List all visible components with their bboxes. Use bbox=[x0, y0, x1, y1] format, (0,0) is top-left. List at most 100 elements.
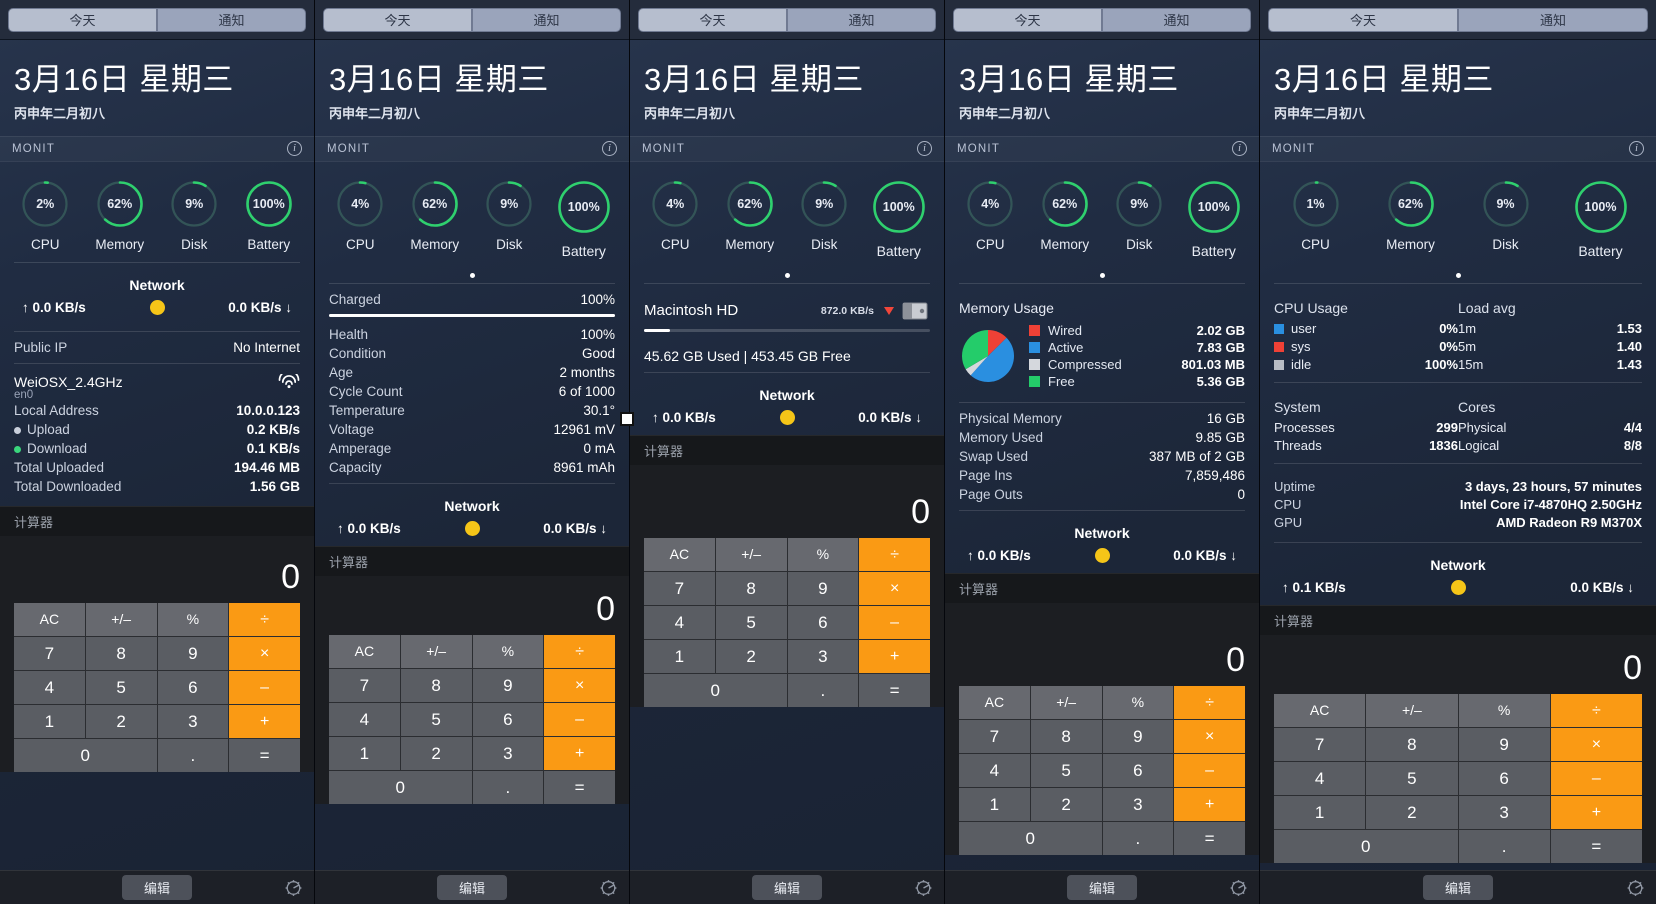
calc-key-7[interactable]: 7 bbox=[14, 637, 85, 671]
tab-today[interactable]: 今天 bbox=[953, 7, 1102, 32]
calc-key-5[interactable]: 5 bbox=[400, 703, 472, 737]
calc-key-2[interactable]: 2 bbox=[400, 737, 472, 771]
calc-key-7[interactable]: 7 bbox=[1274, 728, 1366, 762]
gear-icon[interactable] bbox=[285, 879, 302, 896]
calc-key-equals[interactable]: = bbox=[859, 674, 930, 708]
calc-key-ac[interactable]: AC bbox=[1274, 694, 1366, 728]
gear-icon[interactable] bbox=[1230, 879, 1247, 896]
calc-key-1[interactable]: 1 bbox=[329, 737, 400, 771]
calc-key-minus[interactable]: – bbox=[1550, 762, 1642, 796]
calc-key-ac[interactable]: AC bbox=[959, 686, 1030, 720]
calc-key-plusminus[interactable]: +/– bbox=[1030, 686, 1102, 720]
tab-today[interactable]: 今天 bbox=[8, 7, 157, 32]
calc-key-percent[interactable]: % bbox=[1102, 686, 1174, 720]
calc-key-plusminus[interactable]: +/– bbox=[85, 603, 157, 637]
tab-notifications[interactable]: 通知 bbox=[787, 7, 936, 32]
calc-key-1[interactable]: 1 bbox=[959, 788, 1030, 822]
gear-icon[interactable] bbox=[600, 879, 617, 896]
calc-key-2[interactable]: 2 bbox=[1366, 796, 1458, 830]
calc-key-9[interactable]: 9 bbox=[472, 669, 544, 703]
calc-key-3[interactable]: 3 bbox=[787, 640, 859, 674]
calc-key-divide[interactable]: ÷ bbox=[859, 538, 930, 572]
calc-key-decimal[interactable]: . bbox=[787, 674, 859, 708]
calc-key-3[interactable]: 3 bbox=[1458, 796, 1550, 830]
info-icon[interactable]: i bbox=[1629, 141, 1644, 157]
tab-notifications[interactable]: 通知 bbox=[472, 7, 621, 32]
calc-key-multiply[interactable]: × bbox=[544, 669, 615, 703]
calc-key-8[interactable]: 8 bbox=[400, 669, 472, 703]
calc-key-4[interactable]: 4 bbox=[959, 754, 1030, 788]
calc-key-0[interactable]: 0 bbox=[644, 674, 787, 708]
calc-key-0[interactable]: 0 bbox=[1274, 830, 1458, 864]
calc-key-multiply[interactable]: × bbox=[229, 637, 300, 671]
calc-key-divide[interactable]: ÷ bbox=[1174, 686, 1245, 720]
tab-today[interactable]: 今天 bbox=[638, 7, 787, 32]
calc-key-6[interactable]: 6 bbox=[787, 606, 859, 640]
calc-key-9[interactable]: 9 bbox=[787, 572, 859, 606]
calc-key-multiply[interactable]: × bbox=[1174, 720, 1245, 754]
calc-key-5[interactable]: 5 bbox=[1366, 762, 1458, 796]
calc-key-0[interactable]: 0 bbox=[14, 739, 157, 773]
gear-icon[interactable] bbox=[1627, 879, 1644, 896]
calc-key-1[interactable]: 1 bbox=[1274, 796, 1366, 830]
calc-key-8[interactable]: 8 bbox=[715, 572, 787, 606]
calc-key-percent[interactable]: % bbox=[472, 635, 544, 669]
calc-key-4[interactable]: 4 bbox=[1274, 762, 1366, 796]
calc-key-0[interactable]: 0 bbox=[329, 771, 472, 805]
calc-key-plus[interactable]: + bbox=[859, 640, 930, 674]
tab-notifications[interactable]: 通知 bbox=[1102, 7, 1251, 32]
calc-key-decimal[interactable]: . bbox=[157, 739, 229, 773]
calc-key-percent[interactable]: % bbox=[157, 603, 229, 637]
calc-key-equals[interactable]: = bbox=[544, 771, 615, 805]
calc-key-3[interactable]: 3 bbox=[1102, 788, 1174, 822]
calc-key-4[interactable]: 4 bbox=[329, 703, 400, 737]
calc-key-minus[interactable]: – bbox=[1174, 754, 1245, 788]
calc-key-6[interactable]: 6 bbox=[1102, 754, 1174, 788]
tab-notifications[interactable]: 通知 bbox=[157, 7, 306, 32]
calc-key-5[interactable]: 5 bbox=[85, 671, 157, 705]
calc-key-9[interactable]: 9 bbox=[157, 637, 229, 671]
calc-key-multiply[interactable]: × bbox=[1550, 728, 1642, 762]
calc-key-ac[interactable]: AC bbox=[644, 538, 715, 572]
calc-key-ac[interactable]: AC bbox=[329, 635, 400, 669]
calc-key-equals[interactable]: = bbox=[229, 739, 300, 773]
calc-key-4[interactable]: 4 bbox=[644, 606, 715, 640]
edit-button[interactable]: 编辑 bbox=[121, 875, 192, 900]
calc-key-1[interactable]: 1 bbox=[14, 705, 85, 739]
calc-key-equals[interactable]: = bbox=[1174, 822, 1245, 856]
edit-button[interactable]: 编辑 bbox=[436, 875, 507, 900]
calc-key-7[interactable]: 7 bbox=[959, 720, 1030, 754]
info-icon[interactable]: i bbox=[1232, 141, 1247, 157]
calc-key-plus[interactable]: + bbox=[1174, 788, 1245, 822]
calc-key-equals[interactable]: = bbox=[1550, 830, 1642, 864]
calc-key-2[interactable]: 2 bbox=[715, 640, 787, 674]
calc-key-5[interactable]: 5 bbox=[715, 606, 787, 640]
calc-key-9[interactable]: 9 bbox=[1458, 728, 1550, 762]
edit-button[interactable]: 编辑 bbox=[751, 875, 822, 900]
calc-key-8[interactable]: 8 bbox=[1366, 728, 1458, 762]
calc-key-plus[interactable]: + bbox=[229, 705, 300, 739]
gear-icon[interactable] bbox=[915, 879, 932, 896]
calc-key-minus[interactable]: – bbox=[544, 703, 615, 737]
calc-key-minus[interactable]: – bbox=[859, 606, 930, 640]
edit-button[interactable]: 编辑 bbox=[1422, 875, 1493, 900]
calc-key-ac[interactable]: AC bbox=[14, 603, 85, 637]
tab-notifications[interactable]: 通知 bbox=[1458, 7, 1648, 32]
tab-today[interactable]: 今天 bbox=[323, 7, 472, 32]
calc-key-divide[interactable]: ÷ bbox=[544, 635, 615, 669]
calc-key-5[interactable]: 5 bbox=[1030, 754, 1102, 788]
calc-key-2[interactable]: 2 bbox=[1030, 788, 1102, 822]
calc-key-4[interactable]: 4 bbox=[14, 671, 85, 705]
calc-key-percent[interactable]: % bbox=[787, 538, 859, 572]
tab-today[interactable]: 今天 bbox=[1268, 7, 1458, 32]
calc-key-decimal[interactable]: . bbox=[1102, 822, 1174, 856]
calc-key-divide[interactable]: ÷ bbox=[1550, 694, 1642, 728]
calc-key-plusminus[interactable]: +/– bbox=[1366, 694, 1458, 728]
calc-key-7[interactable]: 7 bbox=[329, 669, 400, 703]
info-icon[interactable]: i bbox=[917, 141, 932, 157]
calc-key-9[interactable]: 9 bbox=[1102, 720, 1174, 754]
calc-key-plusminus[interactable]: +/– bbox=[715, 538, 787, 572]
info-icon[interactable]: i bbox=[287, 141, 302, 157]
calc-key-percent[interactable]: % bbox=[1458, 694, 1550, 728]
calc-key-1[interactable]: 1 bbox=[644, 640, 715, 674]
